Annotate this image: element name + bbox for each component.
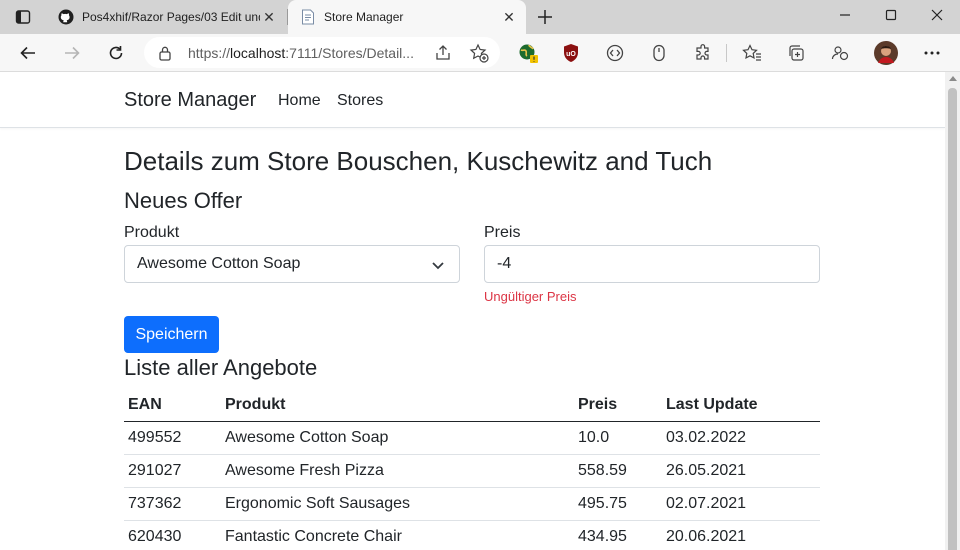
chevron-down-icon <box>431 258 445 272</box>
column-header-ean: EAN <box>124 390 221 422</box>
extensions-icon[interactable] <box>689 39 717 67</box>
favorites-icon[interactable] <box>738 39 766 67</box>
cell-product: Ergonomic Soft Sausages <box>221 487 574 521</box>
nav-link-home[interactable]: Home <box>278 92 321 110</box>
scroll-up-arrow-icon[interactable] <box>949 76 957 81</box>
cell-product: Awesome Cotton Soap <box>221 421 574 455</box>
table-row: 737362 Ergonomic Soft Sausages 495.75 02… <box>124 487 820 521</box>
cell-price: 10.0 <box>574 421 662 455</box>
cell-ean: 737362 <box>124 487 221 521</box>
url-text: https://localhost:7111/Stores/Detail... <box>188 45 426 61</box>
cell-price: 558.59 <box>574 454 662 488</box>
page-icon <box>300 9 316 25</box>
maximize-icon[interactable] <box>868 0 914 30</box>
page-scrollbar[interactable] <box>945 72 960 550</box>
back-icon[interactable] <box>14 39 42 67</box>
cell-last-update: 02.07.2021 <box>662 487 820 521</box>
cell-last-update: 26.05.2021 <box>662 454 820 488</box>
cell-ean: 499552 <box>124 421 221 455</box>
share-icon[interactable] <box>433 43 453 63</box>
price-label: Preis <box>484 224 521 241</box>
column-header-product: Produkt <box>221 390 574 422</box>
new-tab-icon[interactable] <box>534 6 556 28</box>
url-path: :7111/Stores/Detail... <box>285 44 414 61</box>
table-header-row: EAN Produkt Preis Last Update <box>124 390 820 422</box>
address-bar[interactable]: https://localhost:7111/Stores/Detail... <box>144 37 500 68</box>
url-host: localhost <box>230 44 286 61</box>
price-validation-error: Ungültiger Preis <box>484 289 577 304</box>
svg-text:uO: uO <box>566 51 576 58</box>
list-heading: Liste aller Angebote <box>124 355 318 380</box>
cell-last-update: 03.02.2022 <box>662 421 820 455</box>
tab-title: Store Manager <box>324 10 404 24</box>
reload-icon[interactable] <box>102 39 130 67</box>
collections-icon[interactable] <box>782 39 810 67</box>
cell-price: 434.95 <box>574 520 662 550</box>
tab-actions-icon[interactable] <box>8 5 38 29</box>
scrollbar-thumb[interactable] <box>948 88 957 550</box>
page-title: Details zum Store Bouschen, Kuschewitz a… <box>124 146 713 176</box>
product-select[interactable]: Awesome Cotton Soap <box>124 245 460 283</box>
cell-ean: 291027 <box>124 454 221 488</box>
close-icon[interactable]: ✕ <box>260 8 278 26</box>
close-icon[interactable]: ✕ <box>500 8 518 26</box>
url-scheme: https:// <box>188 44 231 61</box>
page-viewport: Store Manager Home Stores Details zum St… <box>0 72 945 550</box>
column-header-last-update: Last Update <box>662 390 820 422</box>
code-extension-icon[interactable] <box>601 39 629 67</box>
toolbar-divider <box>726 44 727 62</box>
price-input-value: -4 <box>497 255 512 272</box>
product-label: Produkt <box>124 224 180 241</box>
globe-extension-icon[interactable] <box>514 39 542 67</box>
cell-last-update: 20.06.2021 <box>662 520 820 550</box>
mouse-extension-icon[interactable] <box>645 39 673 67</box>
site-navbar: Store Manager Home Stores <box>0 72 945 128</box>
forward-icon[interactable] <box>58 39 86 67</box>
tab-title: Pos4xhif/Razor Pages/03 Edit und <box>82 10 260 24</box>
github-icon <box>58 9 74 25</box>
product-select-value: Awesome Cotton Soap <box>137 255 301 272</box>
save-button[interactable]: Speichern <box>124 316 219 353</box>
window-close-icon[interactable] <box>914 0 960 30</box>
site-brand[interactable]: Store Manager <box>124 89 256 112</box>
column-header-price: Preis <box>574 390 662 422</box>
cell-ean: 620430 <box>124 520 221 550</box>
offers-table: EAN Produkt Preis Last Update 499552 Awe… <box>124 390 820 550</box>
form-heading: Neues Offer <box>124 188 243 213</box>
price-input[interactable]: -4 <box>484 245 820 283</box>
minimize-icon[interactable] <box>822 0 868 30</box>
lock-icon[interactable] <box>156 44 174 62</box>
cell-price: 495.75 <box>574 487 662 521</box>
browser-tab-bar: Pos4xhif/Razor Pages/03 Edit und ✕ Store… <box>0 0 960 34</box>
ublock-icon[interactable]: uO <box>557 39 585 67</box>
profile-sync-icon[interactable] <box>826 39 854 67</box>
cell-product: Awesome Fresh Pizza <box>221 454 574 488</box>
add-favorite-icon[interactable] <box>469 43 489 63</box>
browser-tab-github[interactable]: Pos4xhif/Razor Pages/03 Edit und ✕ <box>48 0 286 34</box>
cell-product: Fantastic Concrete Chair <box>221 520 574 550</box>
table-row: 499552 Awesome Cotton Soap 10.0 03.02.20… <box>124 421 820 455</box>
more-menu-icon[interactable] <box>918 39 946 67</box>
browser-tab-store-manager[interactable]: Store Manager ✕ <box>288 0 526 34</box>
table-row: 620430 Fantastic Concrete Chair 434.95 2… <box>124 520 820 550</box>
nav-link-stores[interactable]: Stores <box>337 92 383 110</box>
avatar[interactable] <box>872 39 900 67</box>
browser-toolbar: https://localhost:7111/Stores/Detail... … <box>0 34 960 72</box>
table-row: 291027 Awesome Fresh Pizza 558.59 26.05.… <box>124 454 820 488</box>
